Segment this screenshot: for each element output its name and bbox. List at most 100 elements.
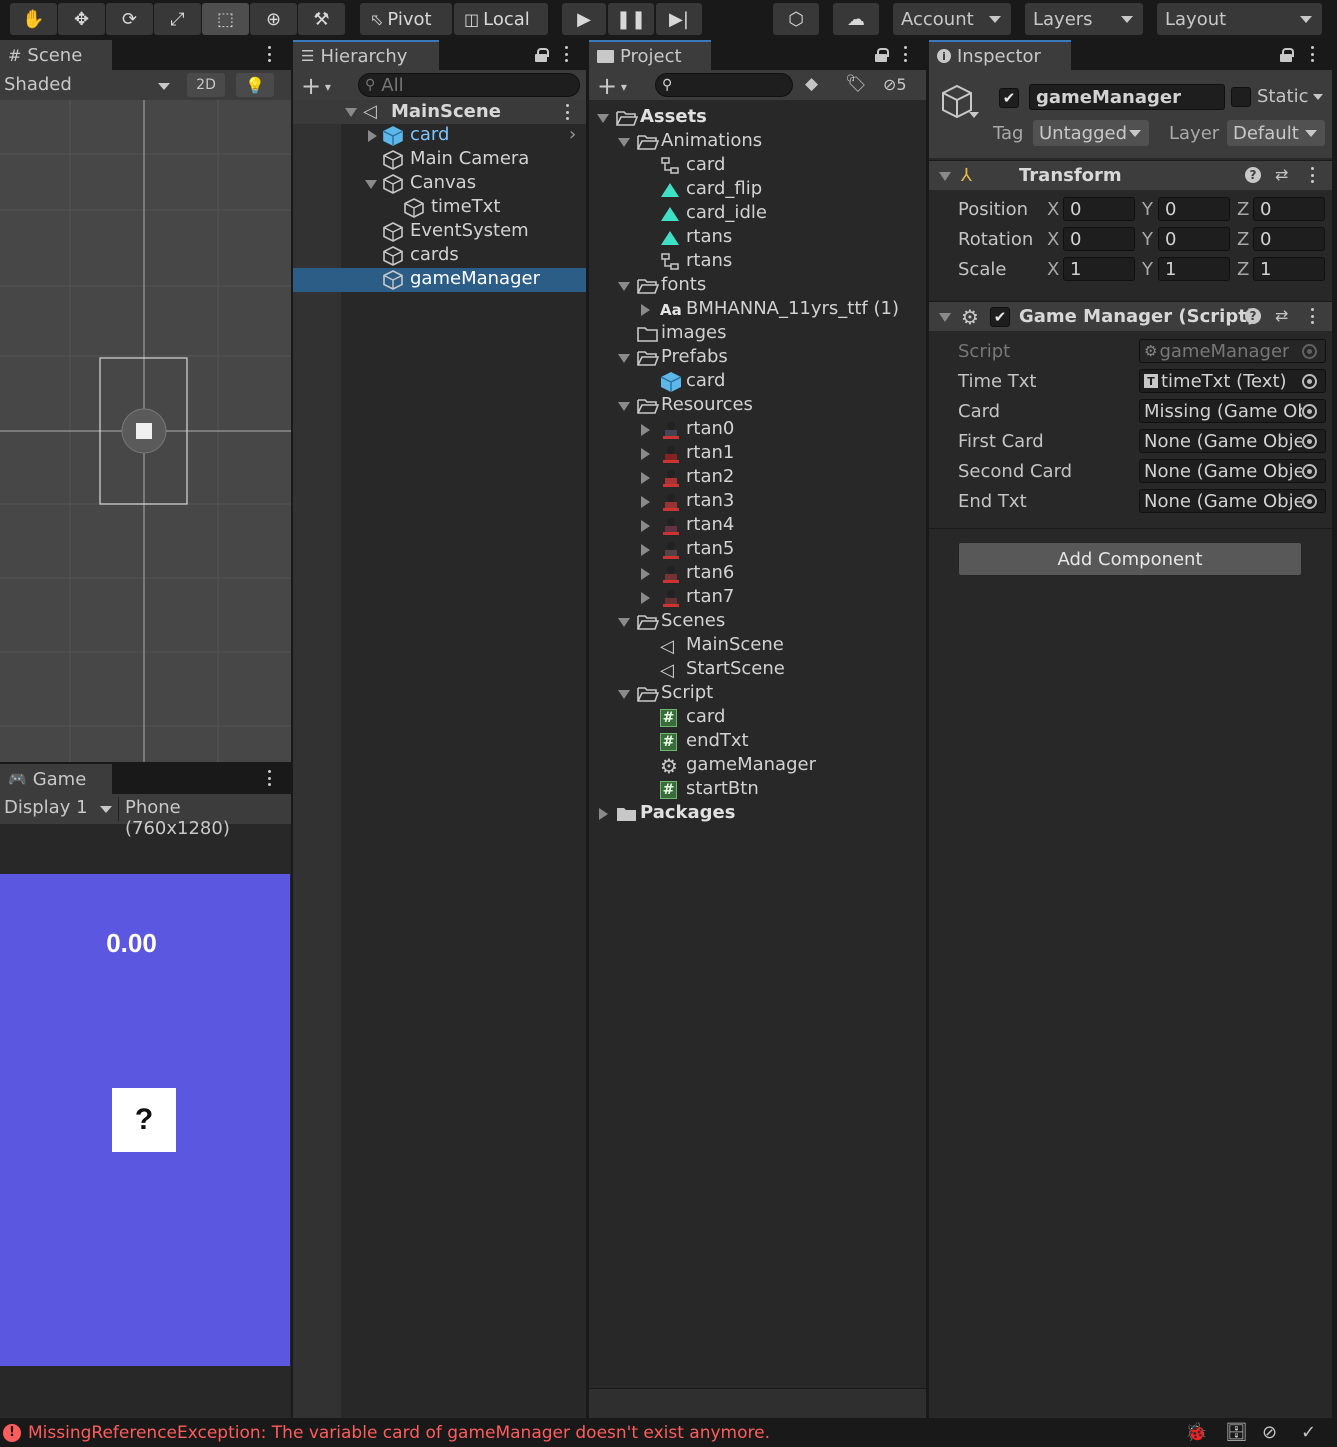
move-tool-icon[interactable]: ✥ [58, 3, 105, 35]
resolution-dropdown[interactable]: Phone (760x1280) [118, 797, 290, 839]
scene-menu-icon[interactable] [268, 46, 272, 62]
hand-tool-icon[interactable]: ✋ [10, 3, 57, 35]
component-enabled-checkbox[interactable]: ✔ [990, 307, 1010, 327]
create-asset-button[interactable]: + ▾ [597, 72, 627, 100]
project-item[interactable]: rtans [589, 226, 926, 250]
expand-icon[interactable] [618, 354, 630, 363]
project-item[interactable]: ◁ MainScene [589, 634, 926, 658]
debug-mode-icon[interactable]: 🐞 [1185, 1422, 1207, 1443]
project-item[interactable]: ⚙ gameManager [589, 754, 926, 778]
transform-y-field[interactable]: 0 [1158, 227, 1230, 251]
transform-x-field[interactable]: 1 [1063, 257, 1135, 281]
expand-icon[interactable] [641, 520, 650, 532]
expand-icon[interactable] [368, 130, 377, 142]
scene-options-icon[interactable] [566, 104, 570, 120]
scene-header-row[interactable]: ◁ MainScene [293, 100, 586, 124]
expand-icon[interactable] [597, 114, 609, 123]
play-button[interactable]: ▶ [562, 3, 606, 35]
expand-icon[interactable] [641, 544, 650, 556]
display-dropdown[interactable]: Display 1 [4, 797, 114, 821]
expand-icon[interactable] [641, 568, 650, 580]
project-item[interactable]: rtan5 [589, 538, 926, 562]
axis-label-z[interactable]: Z [1237, 229, 1249, 250]
lock-icon[interactable] [1280, 48, 1294, 62]
hierarchy-item[interactable]: gameManager [293, 268, 586, 292]
expand-icon[interactable] [641, 304, 650, 316]
project-item[interactable]: Resources [589, 394, 926, 418]
filter-by-label-icon[interactable]: 🏷 [845, 74, 867, 94]
project-item[interactable]: rtan4 [589, 514, 926, 538]
presets-icon[interactable]: ⇄ [1275, 306, 1288, 325]
expand-icon[interactable] [618, 402, 630, 411]
project-item[interactable]: Assets [589, 106, 926, 130]
project-item[interactable]: ◁ StartScene [589, 658, 926, 682]
project-item[interactable]: card_idle [589, 202, 926, 226]
transform-z-field[interactable]: 0 [1253, 197, 1325, 221]
lighting-toggle[interactable]: 💡 [236, 73, 274, 97]
tab-scene[interactable]: # Scene [0, 40, 112, 70]
expand-icon[interactable] [939, 172, 951, 181]
auto-generate-lighting-icon[interactable]: ⊘ [1262, 1422, 1277, 1443]
transform-x-field[interactable]: 0 [1063, 197, 1135, 221]
custom-tool-icon[interactable]: ⚒ [298, 3, 345, 35]
lock-icon[interactable] [535, 48, 549, 62]
pause-button[interactable]: ❚❚ [608, 3, 654, 35]
project-item[interactable]: rtan3 [589, 490, 926, 514]
object-picker-icon[interactable] [1302, 464, 1317, 479]
layout-dropdown[interactable]: Layout [1157, 3, 1322, 35]
script-field-value[interactable]: None (Game Obje [1139, 429, 1326, 453]
game-viewport[interactable]: 0.00 ? [0, 874, 290, 1366]
expand-icon[interactable] [641, 592, 650, 604]
axis-label-z[interactable]: Z [1237, 199, 1249, 220]
expand-icon[interactable] [641, 448, 650, 460]
account-dropdown[interactable]: Account [893, 3, 1011, 35]
hierarchy-search-input[interactable]: ⚲ All [358, 73, 580, 97]
presets-icon[interactable]: ⇄ [1275, 165, 1288, 184]
expand-icon[interactable] [618, 618, 630, 627]
axis-label-x[interactable]: X [1047, 229, 1059, 250]
console-error-message[interactable]: MissingReferenceException: The variable … [28, 1423, 770, 1443]
expand-icon[interactable] [641, 496, 650, 508]
script-menu-icon[interactable] [1311, 308, 1315, 324]
script-field-value[interactable]: None (Game Obje [1139, 489, 1326, 513]
axis-label-y[interactable]: Y [1142, 199, 1153, 220]
expand-icon[interactable] [618, 690, 630, 699]
rect-tool-icon[interactable]: ⬚ [202, 3, 249, 35]
axis-label-y[interactable]: Y [1142, 259, 1153, 280]
2d-toggle[interactable]: 2D [187, 73, 225, 97]
cloud-button[interactable]: ☁ [833, 3, 879, 35]
chevron-right-icon[interactable]: › [569, 124, 576, 145]
transform-z-field[interactable]: 1 [1253, 257, 1325, 281]
project-item[interactable]: Aa BMHANNA_11yrs_ttf (1) [589, 298, 926, 322]
project-item[interactable]: Animations [589, 130, 926, 154]
add-component-button[interactable]: Add Component [958, 542, 1302, 576]
lock-icon[interactable] [875, 48, 889, 62]
expand-icon[interactable] [618, 282, 630, 291]
expand-icon[interactable] [345, 108, 357, 117]
scene-viewport[interactable] [0, 100, 291, 762]
project-search-input[interactable]: ⚲ [655, 73, 793, 97]
filter-by-type-icon[interactable]: ◆ [805, 74, 818, 94]
create-button[interactable]: + ▾ [301, 72, 331, 100]
axis-label-z[interactable]: Z [1237, 259, 1249, 280]
script-field-value[interactable]: None (Game Obje [1139, 459, 1326, 483]
help-icon[interactable]: ? [1245, 167, 1261, 183]
project-item[interactable]: rtan6 [589, 562, 926, 586]
pivot-toggle[interactable]: ⬁ Pivot [360, 3, 452, 35]
expand-icon[interactable] [365, 180, 377, 189]
step-button[interactable]: ▶| [656, 3, 702, 35]
layers-dropdown[interactable]: Layers [1025, 3, 1143, 35]
project-item[interactable]: # endTxt [589, 730, 926, 754]
expand-icon[interactable] [618, 138, 630, 147]
axis-label-x[interactable]: X [1047, 199, 1059, 220]
project-item[interactable]: Script [589, 682, 926, 706]
project-item[interactable]: card_flip [589, 178, 926, 202]
expand-icon[interactable] [641, 424, 650, 436]
hierarchy-item[interactable]: Main Camera [293, 148, 586, 172]
object-picker-icon[interactable] [1302, 494, 1317, 509]
hierarchy-menu-icon[interactable] [565, 46, 569, 62]
transform-y-field[interactable]: 0 [1158, 197, 1230, 221]
hierarchy-item[interactable]: timeTxt [293, 196, 586, 220]
chevron-down-icon[interactable] [1313, 94, 1323, 100]
expand-icon[interactable] [939, 313, 951, 322]
